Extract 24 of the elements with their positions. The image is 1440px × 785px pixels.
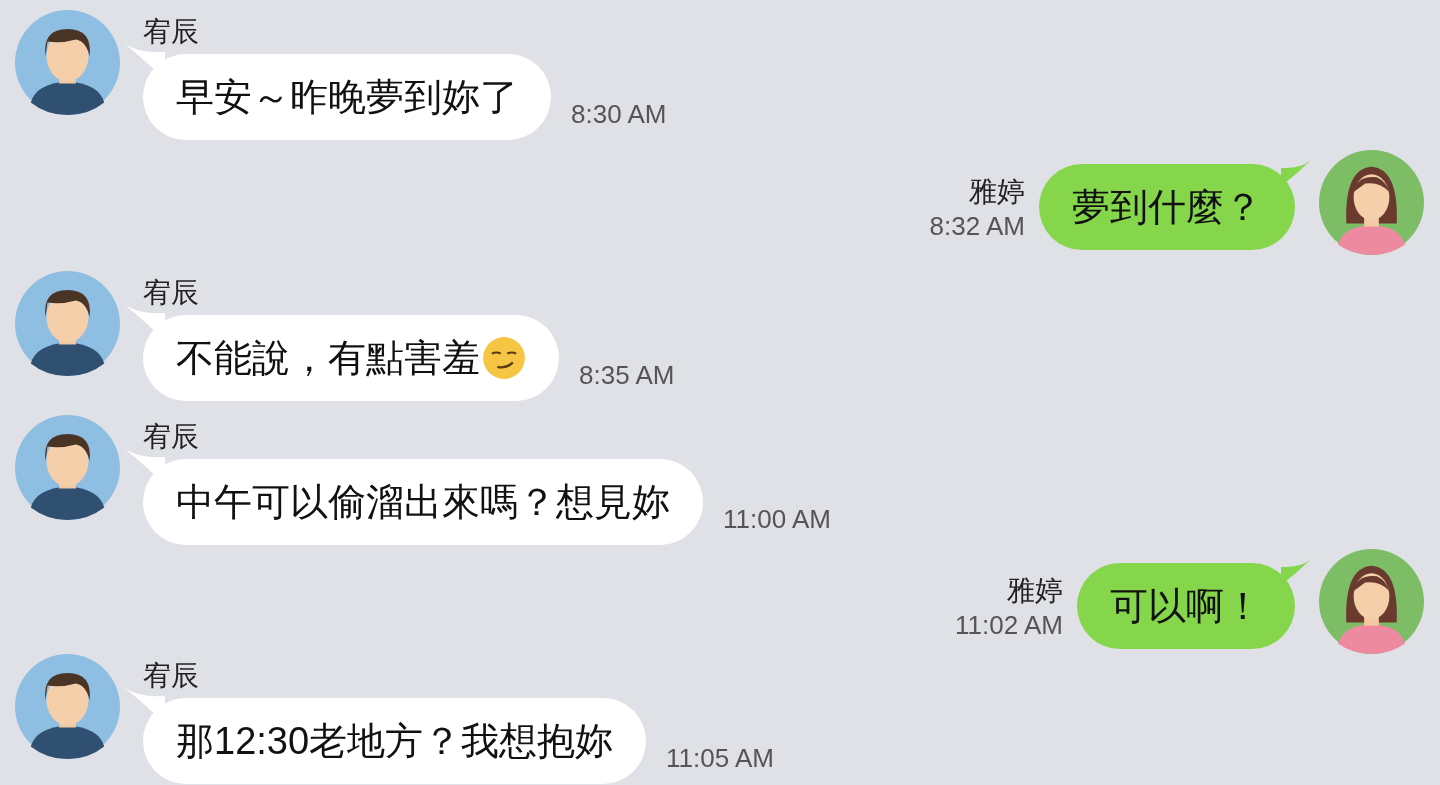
avatar-icon bbox=[15, 415, 120, 520]
message-bubble: 中午可以偷溜出來嗎？想見妳 bbox=[143, 459, 703, 545]
avatar-icon bbox=[1319, 150, 1424, 255]
sender-name: 宥辰 bbox=[143, 659, 199, 693]
message-bubble: 不能說，有點害羞 bbox=[143, 315, 559, 401]
message-time: 11:00 AM bbox=[723, 503, 831, 536]
message-time: 11:02 AM bbox=[955, 609, 1063, 641]
message-time: 8:35 AM bbox=[579, 359, 675, 392]
message-bubble: 夢到什麼？ bbox=[1039, 164, 1295, 250]
message-bubble: 那12:30老地方？我想抱妳 bbox=[143, 698, 647, 784]
message-bubble: 可以啊！ bbox=[1077, 563, 1295, 649]
avatar-icon bbox=[15, 654, 120, 759]
message-time: 8:32 AM bbox=[929, 210, 1025, 242]
avatar-icon bbox=[15, 10, 120, 115]
message-time: 11:05 AM bbox=[666, 742, 775, 775]
avatar-icon bbox=[1319, 549, 1424, 654]
sender-name: 雅婷 bbox=[1007, 574, 1063, 608]
message-time: 8:30 AM bbox=[571, 98, 667, 131]
message-bubble: 早安～昨晚夢到妳了 bbox=[143, 54, 551, 140]
avatar-icon bbox=[15, 271, 120, 376]
sender-name: 宥辰 bbox=[143, 15, 199, 49]
sender-name: 宥辰 bbox=[143, 420, 199, 454]
sender-name: 宥辰 bbox=[143, 276, 199, 310]
sender-name: 雅婷 bbox=[969, 175, 1025, 209]
